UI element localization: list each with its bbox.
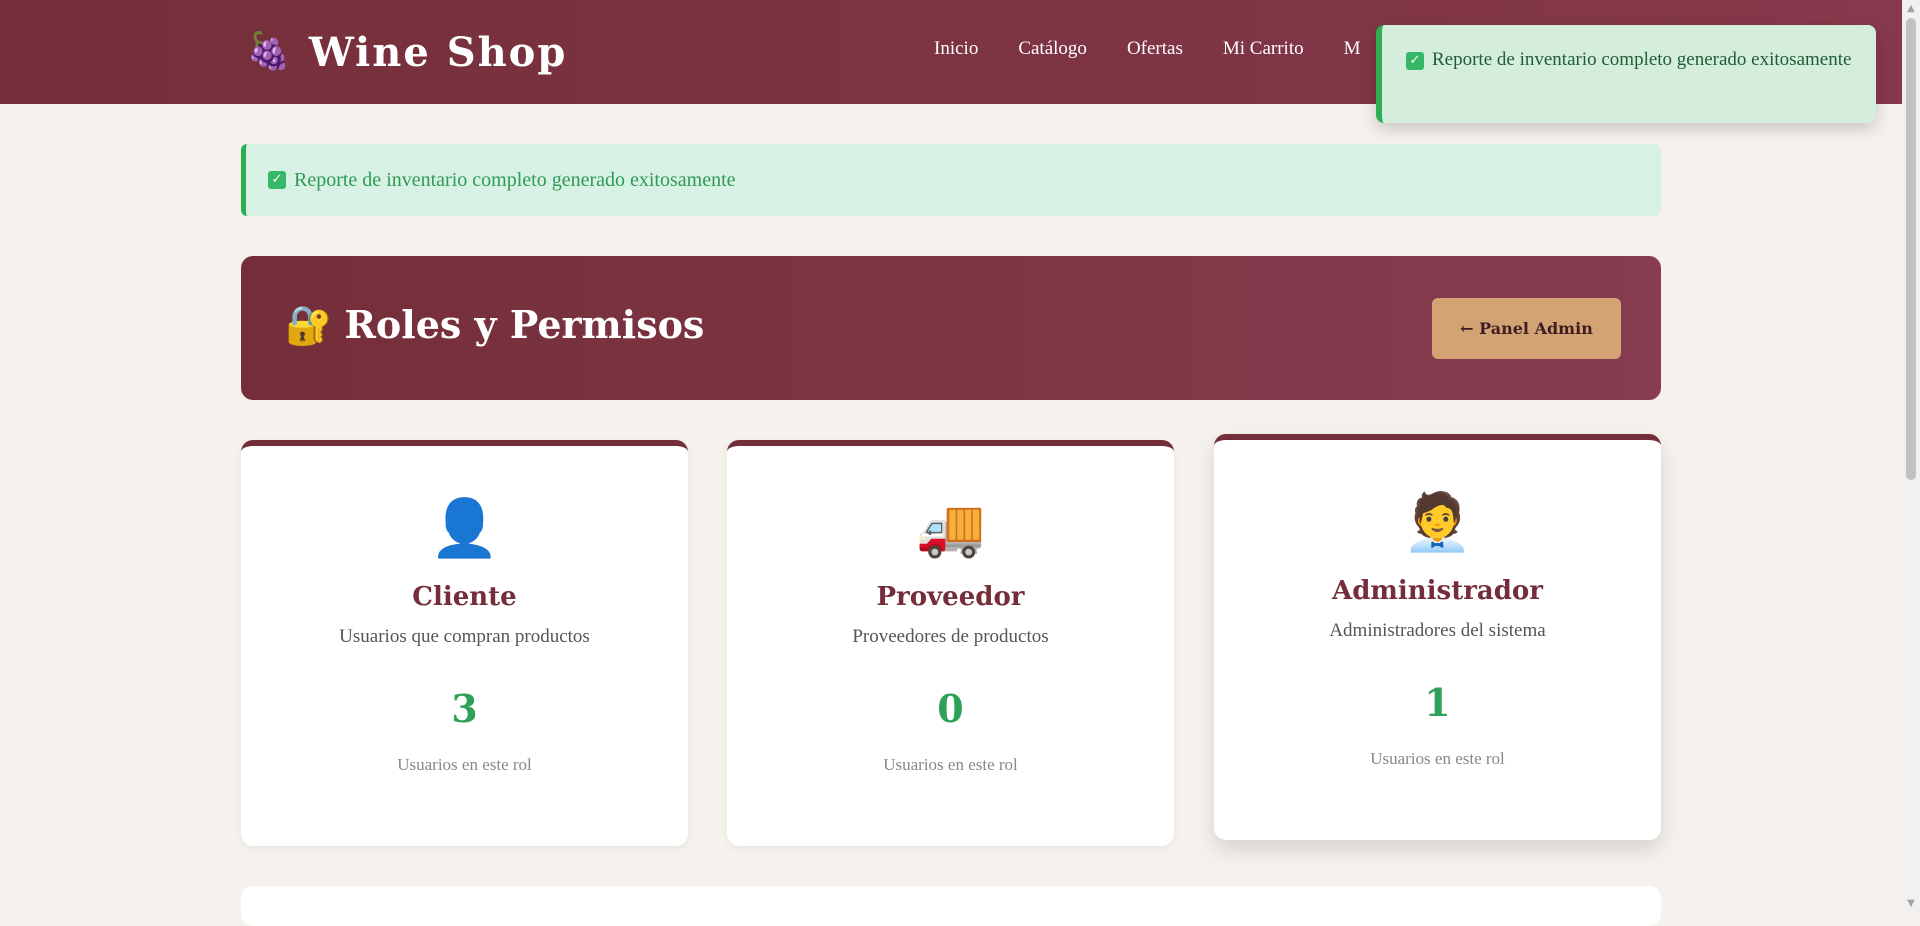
person-icon: 👤 [429,496,500,561]
content-panel [241,886,1661,926]
lock-key-icon: 🔐 [285,301,333,347]
role-card-proveedor: 🚚 Proveedor Proveedores de productos 0 U… [727,440,1174,846]
role-description: Proveedores de productos [852,626,1049,647]
role-card-cliente: 👤 Cliente Usuarios que compran productos… [241,440,688,846]
role-user-count: 0 [937,686,964,731]
nav-link-carrito[interactable]: Mi Carrito [1223,38,1304,60]
nav-link-ofertas[interactable]: Ofertas [1127,38,1183,60]
toast-message: Reporte de inventario completo generado … [1432,49,1852,70]
brand-name: Wine Shop [308,28,568,76]
brand-logo[interactable]: 🍇 Wine Shop [246,24,567,80]
role-name: Proveedor [876,582,1025,612]
toast-notification[interactable]: ✓ Reporte de inventario completo generado… [1376,25,1876,123]
role-name: Cliente [412,582,517,612]
page-header-banner: 🔐 Roles y Permisos ← Panel Admin [241,256,1661,400]
nav-link-more[interactable]: M [1344,38,1361,60]
role-user-count: 3 [451,686,478,731]
role-count-label: Usuarios en este rol [883,755,1018,774]
nav-link-inicio[interactable]: Inicio [934,38,978,60]
main-nav: Inicio Catálogo Ofertas Mi Carrito M [934,38,1361,60]
scrollbar-thumb[interactable] [1906,18,1916,480]
nav-link-catalogo[interactable]: Catálogo [1018,38,1087,60]
office-worker-icon: 🧑‍💼 [1402,490,1473,555]
grapes-icon: 🍇 [246,31,291,72]
scroll-up-icon[interactable]: ▲ [1902,0,1920,17]
success-alert: ✓ Reporte de inventario completo generado… [241,144,1661,216]
scroll-down-icon[interactable]: ▼ [1902,895,1920,912]
alert-message: Reporte de inventario completo generado … [294,168,736,191]
role-name: Administrador [1332,576,1543,606]
role-card-administrador: 🧑‍💼 Administrador Administradores del si… [1214,434,1661,840]
role-description: Usuarios que compran productos [339,626,590,647]
page-title-text: Roles y Permisos [344,302,705,347]
page-scrollbar[interactable]: ▲ ▼ [1902,0,1920,912]
back-to-admin-button[interactable]: ← Panel Admin [1432,298,1621,359]
truck-icon: 🚚 [915,496,986,561]
role-count-label: Usuarios en este rol [1370,749,1505,768]
role-user-count: 1 [1424,680,1451,725]
role-description: Administradores del sistema [1329,620,1546,641]
check-icon: ✓ [1406,52,1424,70]
role-count-label: Usuarios en este rol [397,755,532,774]
page-title: 🔐 Roles y Permisos [285,302,704,347]
check-icon: ✓ [268,171,286,189]
